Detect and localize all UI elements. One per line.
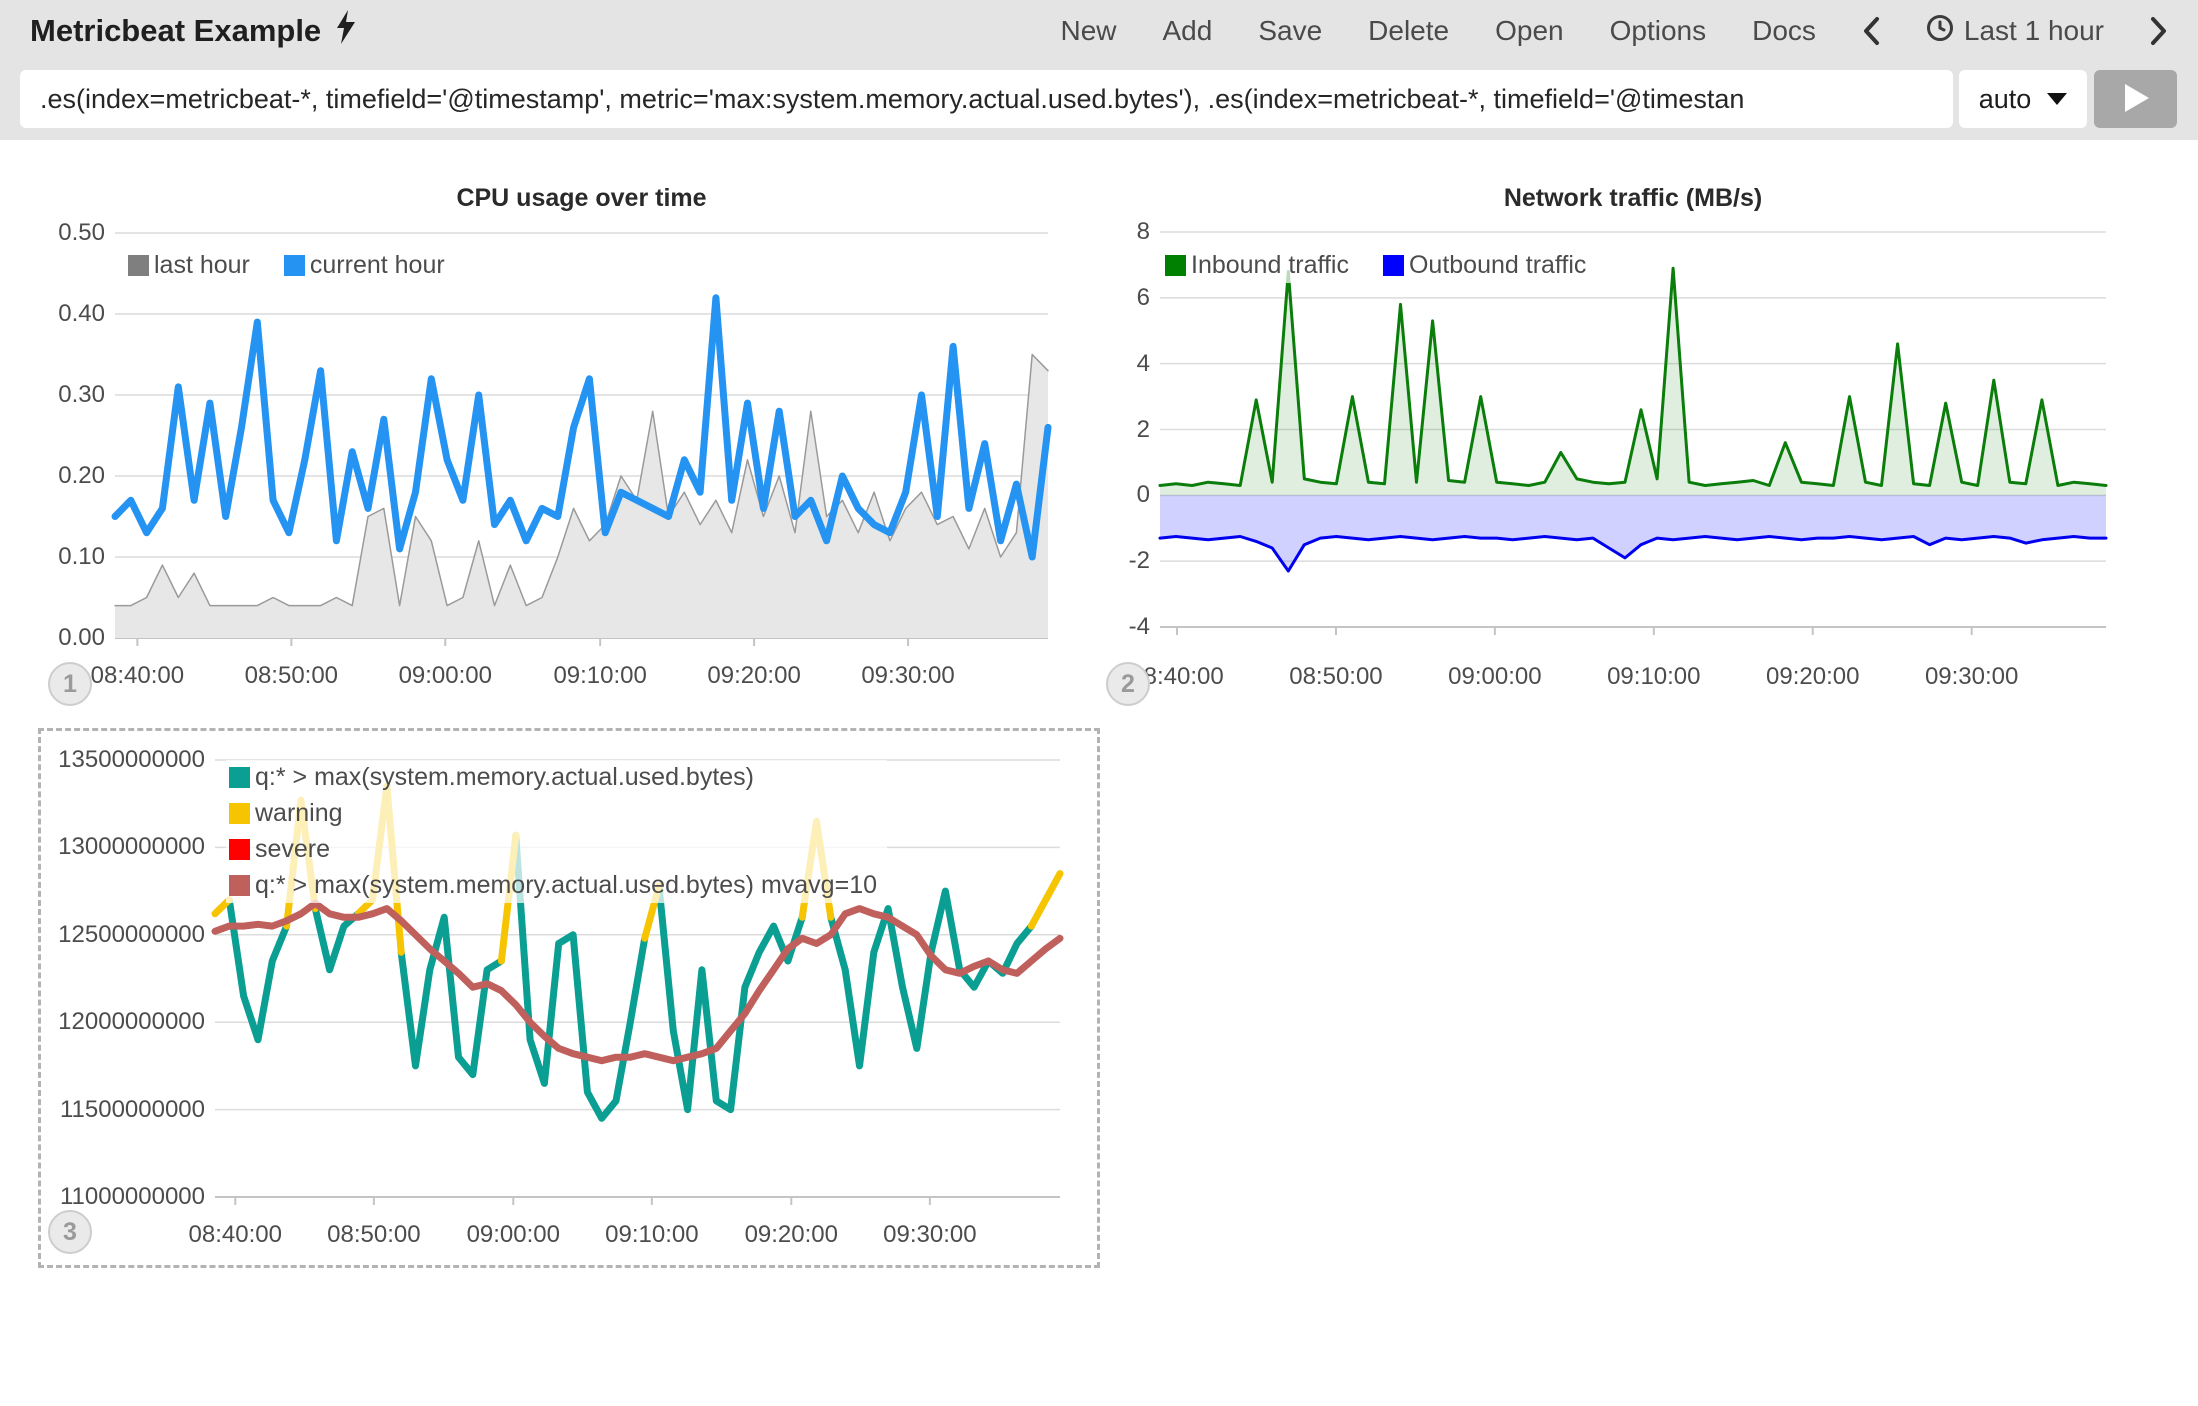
legend-item: current hour [284,251,445,280]
legend-swatch [229,767,250,788]
y-axis-label: 2 [985,416,1150,444]
app-title: Metricbeat Example [30,10,357,52]
y-axis-label: 6 [985,284,1150,312]
x-axis-label: 09:10:00 [520,662,680,690]
memory-chart-legend: q:* > max(system.memory.actual.used.byte… [226,760,887,903]
time-range-label: Last 1 hour [1964,15,2104,47]
legend-swatch [128,255,149,276]
x-axis-label: 09:30:00 [1892,663,2052,691]
time-picker[interactable]: Last 1 hour [1926,14,2104,49]
legend-swatch [1383,255,1404,276]
chevron-right-icon[interactable] [2150,16,2168,46]
y-axis-label: 4 [985,350,1150,378]
legend-label: last hour [154,251,250,280]
network-chart-legend: Inbound traffic Outbound traffic [1162,248,1596,283]
navbar-menu: New Add Save Delete Open Options Docs La… [1060,14,2168,49]
y-axis-label: -4 [985,613,1150,641]
interval-value: auto [1979,84,2032,115]
legend-label: severe [255,835,330,864]
run-button[interactable] [2094,70,2177,128]
interval-select[interactable]: auto [1959,70,2087,128]
y-axis-label: 0.30 [0,381,105,409]
x-axis-label: 09:20:00 [674,662,834,690]
x-axis-label: 09:20:00 [1733,663,1893,691]
menu-item-docs[interactable]: Docs [1752,15,1816,47]
legend-label: q:* > max(system.memory.actual.used.byte… [255,871,877,900]
cpu-chart-legend: last hour current hour [125,248,455,283]
panel-number-badge: 1 [48,662,92,706]
legend-item: Outbound traffic [1383,251,1586,280]
legend-item: q:* > max(system.memory.actual.used.byte… [229,871,877,900]
y-axis-label: 0.20 [0,462,105,490]
y-axis-label: -2 [985,547,1150,575]
lightning-bolt-icon [335,10,357,52]
timelion-app: Metricbeat Example New Add Save Delete O… [0,0,2198,1406]
legend-swatch [229,803,250,824]
network-chart[interactable] [1160,232,2106,627]
legend-swatch [229,875,250,896]
chevron-down-icon [2047,93,2067,105]
legend-item: severe [229,835,330,864]
menu-item-options[interactable]: Options [1610,15,1707,47]
legend-item: warning [229,799,343,828]
x-axis-label: 09:00:00 [365,662,525,690]
legend-swatch [1165,255,1186,276]
legend-item: last hour [128,251,250,280]
menu-item-save[interactable]: Save [1258,15,1322,47]
y-axis-label: 0.10 [0,543,105,571]
network-chart-title: Network traffic (MB/s) [1160,184,2106,213]
legend-item: q:* > max(system.memory.actual.used.byte… [229,763,754,792]
page-title: Metricbeat Example [30,13,321,49]
legend-label: Outbound traffic [1409,251,1586,280]
legend-label: Inbound traffic [1191,251,1349,280]
legend-label: warning [255,799,343,828]
query-input[interactable] [20,70,1953,128]
x-axis-label: 09:30:00 [828,662,988,690]
y-axis-label: 0.00 [0,624,105,652]
legend-swatch [284,255,305,276]
panel-number-badge: 2 [1106,662,1150,706]
legend-label: q:* > max(system.memory.actual.used.byte… [255,763,754,792]
x-axis-label: 08:50:00 [211,662,371,690]
menu-item-delete[interactable]: Delete [1368,15,1449,47]
menu-item-add[interactable]: Add [1163,15,1213,47]
x-axis-label: 09:00:00 [1415,663,1575,691]
play-icon [2121,82,2151,117]
cpu-chart[interactable] [115,233,1048,638]
x-axis-label: 08:50:00 [1256,663,1416,691]
y-axis-label: 0.40 [0,300,105,328]
x-axis-label: 09:10:00 [1574,663,1734,691]
y-axis-label: 0.50 [0,219,105,247]
query-bar: auto [0,70,2198,128]
clock-icon [1926,14,1954,49]
legend-label: current hour [310,251,445,280]
legend-item: Inbound traffic [1165,251,1349,280]
y-axis-label: 0 [985,481,1150,509]
chevron-left-icon[interactable] [1862,16,1880,46]
panel-number-badge: 3 [48,1210,92,1254]
y-axis-label: 8 [985,218,1150,246]
menu-item-new[interactable]: New [1060,15,1116,47]
top-navbar: Metricbeat Example New Add Save Delete O… [0,0,2198,62]
legend-swatch [229,839,250,860]
menu-item-open[interactable]: Open [1495,15,1564,47]
cpu-chart-title: CPU usage over time [115,184,1048,213]
